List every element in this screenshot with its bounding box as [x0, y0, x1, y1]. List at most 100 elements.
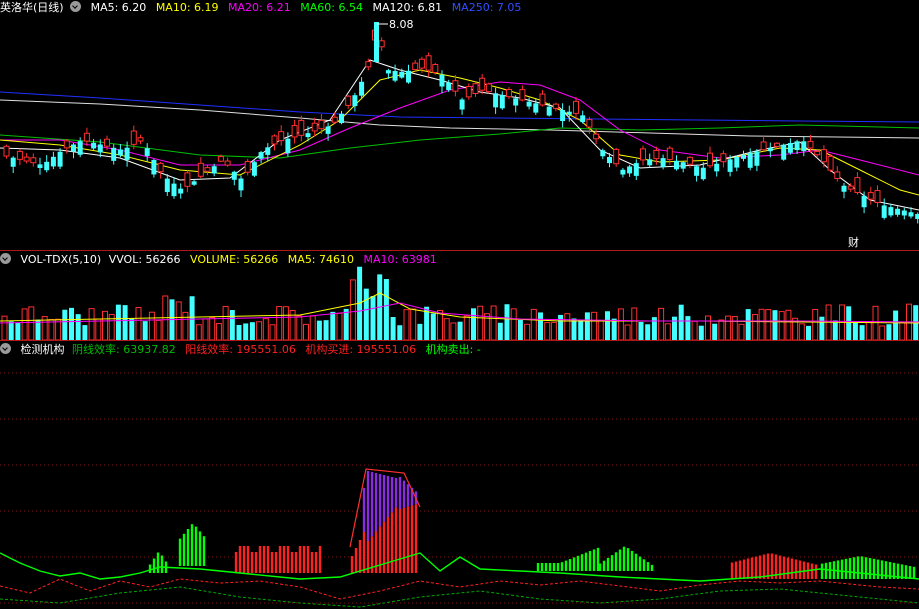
candlestick[interactable] — [720, 150, 727, 168]
candlestick[interactable] — [794, 139, 800, 155]
volume-bar[interactable] — [517, 319, 523, 340]
volume-bar[interactable] — [21, 308, 28, 341]
volume-bar[interactable] — [611, 318, 617, 340]
candlestick[interactable] — [874, 185, 881, 208]
candlestick[interactable] — [130, 125, 137, 150]
volume-bar[interactable] — [336, 312, 343, 341]
volume-bar[interactable] — [236, 324, 242, 340]
candlestick[interactable] — [485, 82, 492, 94]
volume-bar[interactable] — [256, 321, 263, 341]
volume-bar[interactable] — [691, 320, 698, 341]
volume-bar[interactable] — [182, 311, 189, 341]
volume-bar[interactable] — [758, 308, 765, 341]
candlestick[interactable] — [888, 203, 894, 218]
volume-bar[interactable] — [725, 315, 732, 341]
candlestick[interactable] — [827, 154, 834, 173]
volume-bar[interactable] — [175, 301, 182, 341]
volume-bar[interactable] — [383, 279, 389, 340]
candlestick[interactable] — [178, 183, 184, 199]
volume-bar[interactable] — [510, 308, 517, 341]
candlestick[interactable] — [406, 64, 411, 84]
volume-bar[interactable] — [222, 305, 229, 341]
volume-bar[interactable] — [490, 305, 497, 341]
volume-bar[interactable] — [135, 307, 142, 341]
candlestick[interactable] — [378, 37, 385, 51]
volume-bar[interactable] — [316, 320, 322, 340]
candlestick[interactable] — [787, 138, 793, 155]
volume-bar[interactable] — [463, 315, 470, 341]
volume-bar[interactable] — [417, 323, 423, 340]
volume-bar[interactable] — [155, 319, 162, 341]
volume-bar[interactable] — [558, 314, 564, 340]
candlestick[interactable] — [493, 87, 499, 114]
candlestick[interactable] — [231, 170, 237, 186]
candlestick[interactable] — [16, 148, 23, 166]
volume-bar[interactable] — [323, 320, 329, 340]
candlestick[interactable] — [3, 144, 10, 159]
candlestick[interactable] — [707, 146, 713, 169]
candlestick[interactable] — [895, 206, 901, 217]
volume-bar[interactable] — [1, 315, 8, 341]
candlestick[interactable] — [50, 151, 56, 170]
volume-bar[interactable] — [403, 309, 410, 341]
volume-bar[interactable] — [471, 308, 476, 340]
volume-bar[interactable] — [597, 319, 604, 341]
candlestick[interactable] — [224, 157, 231, 167]
volume-bar[interactable] — [115, 304, 121, 340]
candlestick[interactable] — [499, 91, 505, 110]
candlestick[interactable] — [111, 144, 117, 165]
volume-bar[interactable] — [202, 318, 209, 341]
volume-bar[interactable] — [349, 279, 356, 341]
candlestick[interactable] — [647, 153, 653, 168]
volume-bar[interactable] — [8, 321, 14, 340]
candlestick[interactable] — [57, 148, 63, 170]
candlestick[interactable] — [801, 136, 807, 157]
volume-bar[interactable] — [370, 296, 376, 340]
candlestick[interactable] — [197, 157, 204, 179]
volume-bar[interactable] — [886, 324, 892, 340]
candlestick[interactable] — [901, 207, 907, 220]
volume-bar[interactable] — [48, 319, 55, 341]
candlestick[interactable] — [164, 174, 170, 196]
volume-bar[interactable] — [497, 322, 503, 340]
volume-chart[interactable] — [0, 251, 919, 341]
volume-bar[interactable] — [584, 312, 590, 340]
candlestick[interactable] — [144, 143, 150, 162]
volume-bar[interactable] — [745, 309, 751, 340]
candlestick[interactable] — [30, 153, 37, 167]
candlestick[interactable] — [674, 155, 679, 171]
candlestick[interactable] — [204, 164, 211, 176]
volume-bar[interactable] — [276, 306, 283, 341]
candlestick[interactable] — [311, 117, 318, 137]
volume-bar[interactable] — [772, 310, 778, 340]
candlestick[interactable] — [157, 161, 164, 179]
candlestick[interactable] — [854, 172, 861, 195]
volume-bar[interactable] — [303, 323, 309, 341]
candlestick[interactable] — [539, 90, 546, 107]
volume-bar[interactable] — [209, 317, 216, 341]
candlestick[interactable] — [781, 143, 787, 161]
candlestick[interactable] — [627, 164, 633, 177]
candlestick[interactable] — [459, 97, 465, 115]
candlestick[interactable] — [620, 167, 626, 178]
volume-bar[interactable] — [698, 325, 704, 340]
volume-bar[interactable] — [685, 316, 691, 340]
candlestick-chart[interactable]: 8.08 财 — [0, 0, 919, 251]
volume-bar[interactable] — [95, 318, 102, 341]
volume-bar[interactable] — [243, 323, 249, 340]
volume-bar[interactable] — [806, 325, 811, 340]
fin-report-marker[interactable]: 财 — [848, 235, 859, 249]
candlestick[interactable] — [37, 157, 43, 175]
candlestick[interactable] — [352, 92, 358, 112]
volume-bar[interactable] — [812, 308, 819, 341]
candlestick[interactable] — [633, 159, 639, 181]
candlestick[interactable] — [640, 145, 646, 166]
candlestick[interactable] — [412, 60, 419, 72]
volume-bar[interactable] — [859, 325, 865, 340]
candlestick[interactable] — [71, 143, 76, 159]
volume-bar[interactable] — [738, 323, 745, 341]
volume-bar[interactable] — [865, 322, 872, 341]
volume-bar[interactable] — [538, 312, 543, 340]
candlestick[interactable] — [834, 166, 841, 182]
candlestick[interactable] — [91, 139, 97, 151]
